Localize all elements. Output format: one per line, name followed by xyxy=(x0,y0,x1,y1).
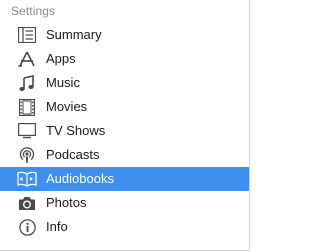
apps-icon xyxy=(17,50,37,68)
sidebar-item-tv-shows[interactable]: TV Shows xyxy=(0,119,249,143)
sidebar-item-audiobooks[interactable]: Audiobooks xyxy=(0,167,249,191)
podcast-icon xyxy=(17,146,37,164)
audiobook-icon xyxy=(17,170,37,188)
sidebar-item-label: Podcasts xyxy=(46,147,100,162)
sidebar-item-label: Movies xyxy=(46,99,88,114)
settings-list: Summary Apps Music Movies TV Shows Podca… xyxy=(0,23,249,239)
sidebar-item-apps[interactable]: Apps xyxy=(0,47,249,71)
music-note-icon xyxy=(17,74,37,92)
camera-icon xyxy=(17,194,37,212)
sidebar-item-label: Info xyxy=(46,219,68,234)
sidebar-item-label: Summary xyxy=(46,27,102,42)
settings-section-header: Settings xyxy=(11,4,56,18)
info-icon xyxy=(17,218,37,236)
sidebar-item-info[interactable]: Info xyxy=(0,215,249,239)
sidebar-item-label: Apps xyxy=(46,51,76,66)
summary-icon xyxy=(17,26,37,44)
sidebar-item-summary[interactable]: Summary xyxy=(0,23,249,47)
sidebar-item-label: Music xyxy=(46,75,80,90)
sidebar-item-label: Photos xyxy=(46,195,87,210)
sidebar-item-movies[interactable]: Movies xyxy=(0,95,249,119)
film-strip-icon xyxy=(17,98,37,116)
sidebar-item-podcasts[interactable]: Podcasts xyxy=(0,143,249,167)
tv-icon xyxy=(17,122,37,140)
sidebar-item-photos[interactable]: Photos xyxy=(0,191,249,215)
settings-sidebar: Settings Summary Apps Music Movies TV Sh… xyxy=(0,0,250,251)
sidebar-item-label: Audiobooks xyxy=(46,171,114,186)
sidebar-item-music[interactable]: Music xyxy=(0,71,249,95)
sidebar-item-label: TV Shows xyxy=(46,123,106,138)
